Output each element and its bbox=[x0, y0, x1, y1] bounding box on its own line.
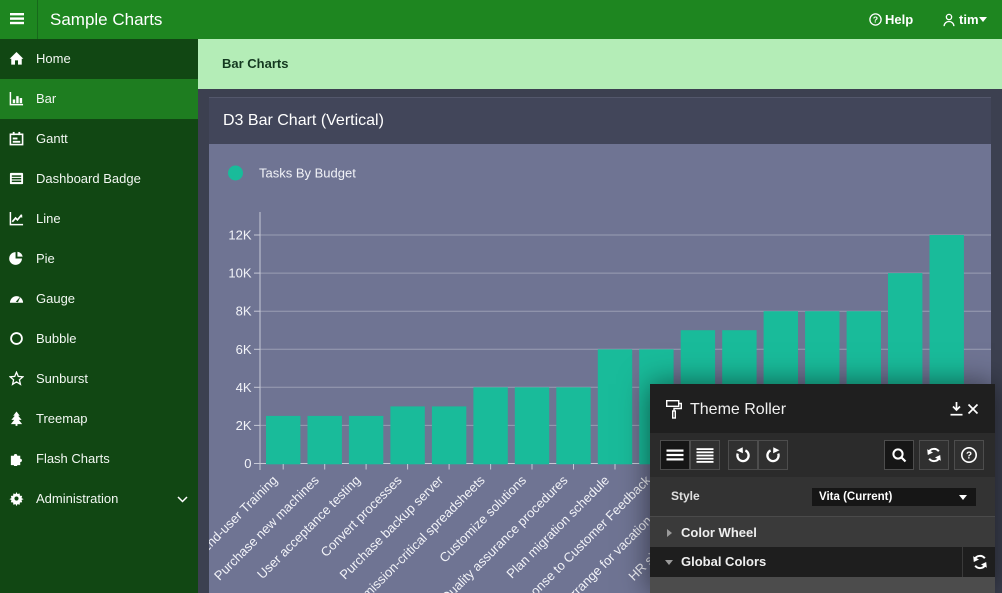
svg-text:?: ? bbox=[873, 14, 878, 24]
svg-text:12K: 12K bbox=[228, 228, 251, 243]
svg-text:6K: 6K bbox=[236, 342, 252, 357]
svg-text:2K: 2K bbox=[236, 418, 252, 433]
svg-text:0: 0 bbox=[244, 456, 251, 471]
svg-text:?: ? bbox=[966, 451, 972, 462]
svg-text:8K: 8K bbox=[236, 304, 252, 319]
svg-text:10K: 10K bbox=[228, 266, 251, 281]
svg-text:Tasks By Budget: Tasks By Budget bbox=[259, 166, 356, 181]
svg-text:4K: 4K bbox=[236, 380, 252, 395]
